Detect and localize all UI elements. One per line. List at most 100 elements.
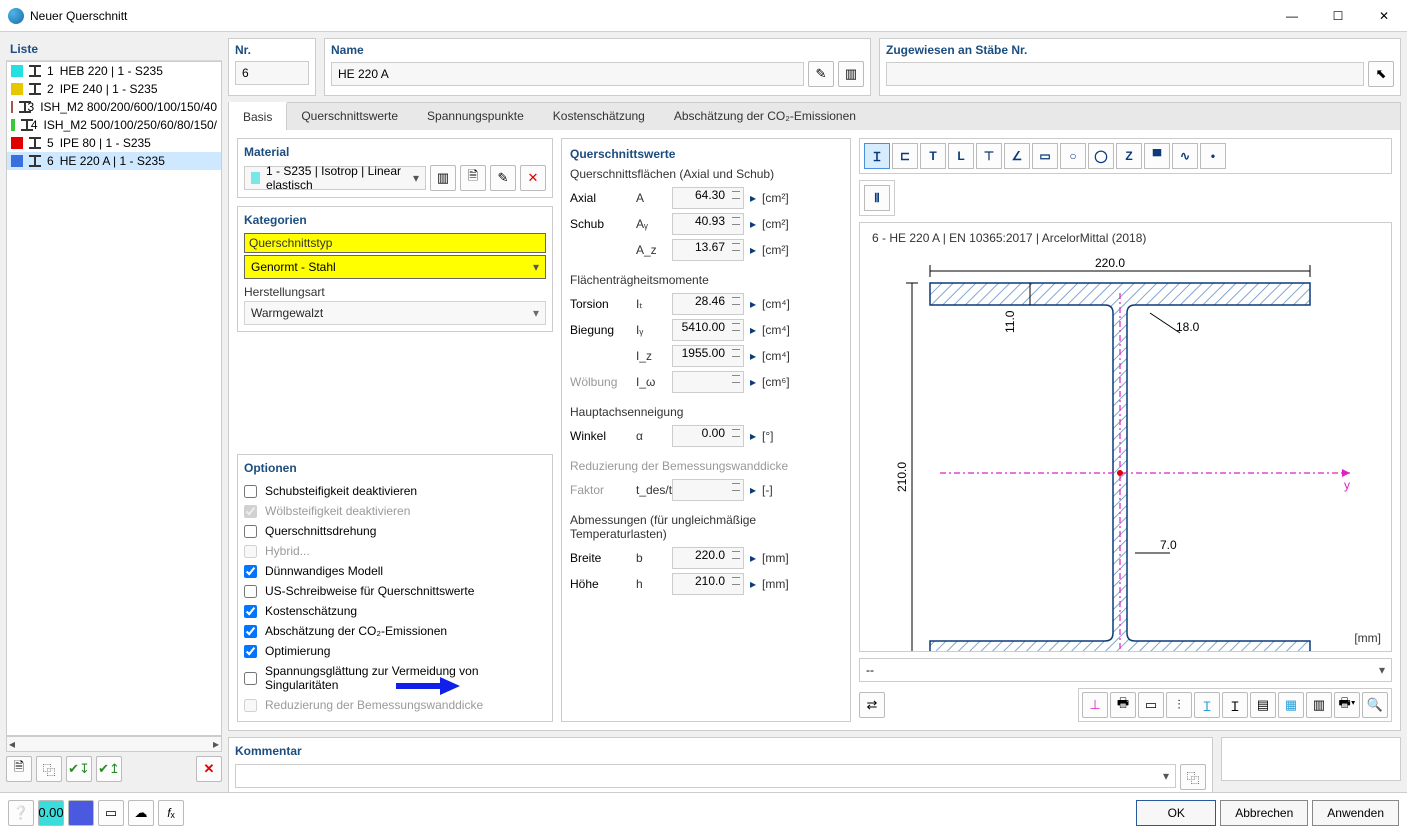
option-checkbox[interactable]: Optimierung [244, 641, 546, 661]
shape-tdown-button[interactable]: ⊤ [976, 143, 1002, 169]
tab-4[interactable]: Abschätzung der CO₂-Emissionen [660, 103, 871, 130]
option-checkbox[interactable]: Querschnittsdrehung [244, 521, 546, 541]
pv-hatch-button[interactable]: ▤ [1250, 692, 1276, 718]
material-select[interactable]: 1 - S235 | Isotrop | Linear elastisch [244, 166, 426, 190]
prop-arrow[interactable]: ▸ [750, 429, 756, 443]
prop-value[interactable]: 40.93 [672, 213, 744, 235]
apply-button[interactable]: Anwenden [1312, 800, 1399, 826]
assigned-input[interactable] [886, 62, 1364, 86]
pv-print2-button[interactable]: 🖶▾ [1334, 692, 1360, 718]
list-item[interactable]: 5IPE 80 | 1 - S235 [7, 134, 221, 152]
list-item[interactable]: 2IPE 240 | 1 - S235 [7, 80, 221, 98]
minimize-button[interactable]: — [1269, 0, 1315, 31]
shape-oval-button[interactable]: ◯ [1088, 143, 1114, 169]
h-scrollbar[interactable]: ◂▸ [6, 736, 222, 752]
prop-arrow[interactable]: ▸ [750, 577, 756, 591]
shape-user-button[interactable]: • [1200, 143, 1226, 169]
nr-input[interactable]: 6 [235, 61, 309, 85]
pv-info-button[interactable]: ⇄ [859, 692, 885, 718]
prop-arrow[interactable]: ▸ [750, 551, 756, 565]
section-list[interactable]: 1HEB 220 | 1 - S2352IPE 240 | 1 - S2353I… [6, 61, 222, 736]
delete-button[interactable]: ✕ [196, 756, 222, 782]
ok-button[interactable]: OK [1136, 800, 1216, 826]
prop-arrow[interactable]: ▸ [750, 297, 756, 311]
shape-doublei-button[interactable]: Ⅱ [864, 185, 890, 211]
prop-value[interactable]: 13.67 [672, 239, 744, 261]
section-type-select[interactable]: Genormt - Stahl [244, 255, 546, 279]
list-item[interactable]: 1HEB 220 | 1 - S235 [7, 62, 221, 80]
prop-value[interactable]: 0.00 [672, 425, 744, 447]
new-button[interactable]: 🗎 [6, 756, 32, 782]
prop-arrow[interactable]: ▸ [750, 375, 756, 389]
check-in-button[interactable]: ✔↧ [66, 756, 92, 782]
cloud-button[interactable]: ☁ [128, 800, 154, 826]
shape-wave-button[interactable]: ∿ [1172, 143, 1198, 169]
library-button[interactable]: ▥ [838, 61, 864, 87]
option-checkbox[interactable]: Abschätzung der CO₂-Emissionen [244, 621, 546, 641]
view-button[interactable]: ▭ [98, 800, 124, 826]
pv-axes-button[interactable]: ⊥ [1082, 692, 1108, 718]
prop-arrow[interactable]: ▸ [750, 191, 756, 205]
tab-3[interactable]: Kostenschätzung [539, 103, 660, 130]
pv-dim-button[interactable]: ▭ [1138, 692, 1164, 718]
prop-value[interactable]: 5410.00 [672, 319, 744, 341]
mat-new-button[interactable]: 🗎 [460, 165, 486, 191]
mat-delete-button[interactable]: ✕ [520, 165, 546, 191]
list-item[interactable]: 4ISH_M2 500/100/250/60/80/150/ [7, 116, 221, 134]
option-checkbox[interactable]: Dünnwandiges Modell [244, 561, 546, 581]
shape-c-button[interactable]: ⊏ [892, 143, 918, 169]
prop-value[interactable]: 210.0 [672, 573, 744, 595]
prop-value[interactable]: 64.30 [672, 187, 744, 209]
pv-i1-button[interactable]: Ｉ [1194, 692, 1220, 718]
tab-0[interactable]: Basis [229, 102, 287, 130]
option-checkbox[interactable]: Schubsteifigkeit deaktivieren [244, 481, 546, 501]
check-out-button[interactable]: ✔↥ [96, 756, 122, 782]
comment-lib-button[interactable]: ⿻ [1180, 764, 1206, 790]
help-button[interactable]: ❔ [8, 800, 34, 826]
prop-value[interactable]: 220.0 [672, 547, 744, 569]
fx-button[interactable]: fₓ [158, 800, 184, 826]
pv-search-button[interactable]: 🔍 [1362, 692, 1388, 718]
shape-t-button[interactable]: T [920, 143, 946, 169]
pick-member-button[interactable]: ⬉ [1368, 61, 1394, 87]
prop-arrow[interactable]: ▸ [750, 483, 756, 497]
pv-i2-button[interactable]: Ｉ [1222, 692, 1248, 718]
cancel-button[interactable]: Abbrechen [1220, 800, 1308, 826]
option-checkbox[interactable]: Kostenschätzung [244, 601, 546, 621]
mat-edit-button[interactable]: ✎ [490, 165, 516, 191]
pv-print-button[interactable]: 🖶 [1110, 692, 1136, 718]
preview-footer-select[interactable]: -- [859, 658, 1392, 682]
comment-input[interactable] [235, 764, 1176, 788]
list-item[interactable]: 6HE 220 A | 1 - S235 [7, 152, 221, 170]
section-preview[interactable]: 6 - HE 220 A | EN 10365:2017 | ArcelorMi… [859, 222, 1392, 652]
prop-arrow[interactable]: ▸ [750, 323, 756, 337]
shape-l-button[interactable]: L [948, 143, 974, 169]
maximize-button[interactable]: ☐ [1315, 0, 1361, 31]
copy-button[interactable]: ⿻ [36, 756, 62, 782]
shape-hat-button[interactable]: ▀ [1144, 143, 1170, 169]
prop-arrow[interactable]: ▸ [750, 243, 756, 257]
shape-angle-button[interactable]: ∠ [1004, 143, 1030, 169]
pv-values-button[interactable]: ▥ [1306, 692, 1332, 718]
list-item[interactable]: 3ISH_M2 800/200/600/100/150/40 [7, 98, 221, 116]
tab-2[interactable]: Spannungspunkte [413, 103, 539, 130]
shape-i-button[interactable]: Ｉ [864, 143, 890, 169]
prop-arrow[interactable]: ▸ [750, 217, 756, 231]
prop-arrow[interactable]: ▸ [750, 349, 756, 363]
units-button[interactable]: 0.00 [38, 800, 64, 826]
shape-rect-button[interactable]: ▭ [1032, 143, 1058, 169]
shape-circle-button[interactable]: ○ [1060, 143, 1086, 169]
option-checkbox[interactable]: Spannungsglättung zur Vermeidung von Sin… [244, 661, 546, 695]
option-checkbox[interactable]: US-Schreibweise für Querschnittswerte [244, 581, 546, 601]
prop-value[interactable]: 1955.00 [672, 345, 744, 367]
color-button[interactable] [68, 800, 94, 826]
manufacturing-select[interactable]: Warmgewalzt [244, 301, 546, 325]
prop-value[interactable]: 28.46 [672, 293, 744, 315]
tab-1[interactable]: Querschnittswerte [287, 103, 413, 130]
edit-name-button[interactable]: ✎ [808, 61, 834, 87]
pv-stress-button[interactable]: ⫶ [1166, 692, 1192, 718]
shape-z-button[interactable]: Z [1116, 143, 1142, 169]
mat-lib-button[interactable]: ▥ [430, 165, 456, 191]
close-button[interactable]: ✕ [1361, 0, 1407, 31]
name-input[interactable]: HE 220 A [331, 62, 804, 86]
